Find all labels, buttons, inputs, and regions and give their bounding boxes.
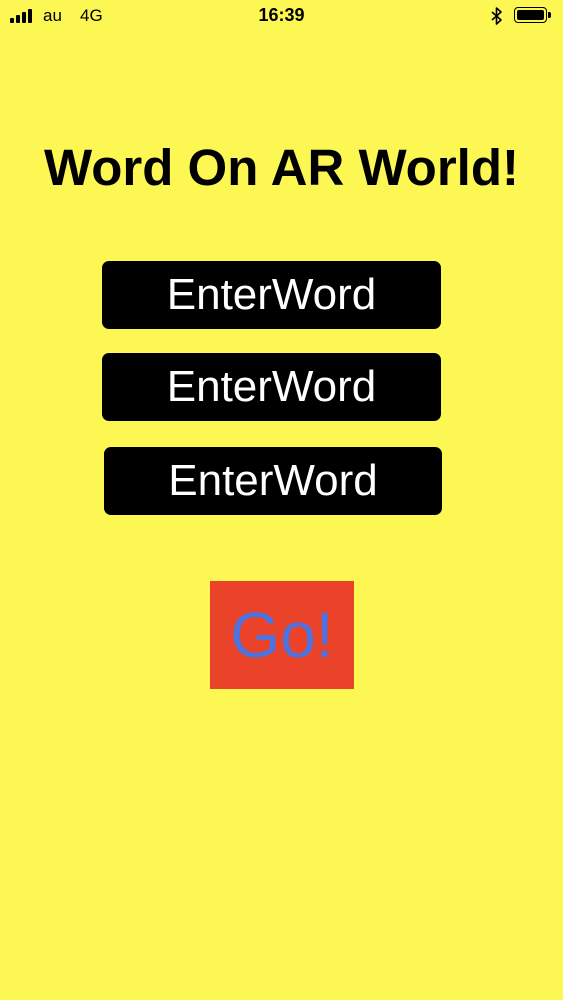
word-input-2[interactable] bbox=[102, 353, 441, 421]
app-title: Word On AR World! bbox=[44, 139, 519, 196]
bluetooth-icon bbox=[491, 7, 502, 25]
go-button[interactable]: Go! bbox=[210, 581, 354, 689]
word-input-3[interactable] bbox=[104, 447, 442, 515]
word-input-1[interactable] bbox=[102, 261, 441, 329]
clock-time: 16:39 bbox=[258, 5, 305, 25]
status-bar: au 4G 16:39 bbox=[0, 0, 563, 34]
battery-icon bbox=[514, 7, 552, 25]
